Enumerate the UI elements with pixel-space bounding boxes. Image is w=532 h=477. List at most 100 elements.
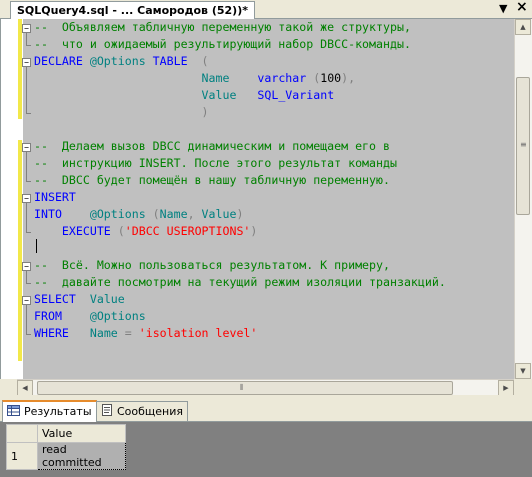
code-line[interactable]: INSERT <box>34 189 76 206</box>
code-token: , <box>187 207 202 221</box>
code-line[interactable]: -- давайте посмотрим на текущий режим из… <box>34 274 446 291</box>
collapse-toggle-icon[interactable]: − <box>22 143 31 152</box>
close-tab-icon[interactable]: × <box>516 0 528 14</box>
code-token: Value <box>201 207 237 221</box>
change-bar <box>18 140 22 361</box>
tab-list-dropdown-icon[interactable]: ▼ <box>499 2 507 16</box>
collapse-toggle-icon[interactable]: − <box>22 262 31 271</box>
scroll-right-button[interactable]: ▶ <box>498 380 514 396</box>
code-token: @Options <box>89 207 153 221</box>
code-token: INTO <box>34 207 62 221</box>
code-line[interactable]: -- DBCC будет помещён в нашу табличную п… <box>34 172 390 189</box>
results-grid[interactable]: Value 1 read committed <box>0 422 532 477</box>
code-token: ( <box>306 71 321 85</box>
code-line[interactable]: FROM @Options <box>34 308 146 325</box>
outline-line <box>26 45 31 46</box>
text-caret <box>36 239 37 253</box>
outline-line <box>26 232 31 233</box>
table-row: 1 read committed <box>6 442 126 470</box>
code-token: -- Объявляем табличную переменную такой … <box>34 20 411 34</box>
code-token: 'isolation level' <box>138 326 258 340</box>
code-line[interactable]: Value SQL_Variant <box>34 87 335 104</box>
collapse-toggle-icon[interactable]: − <box>22 296 31 305</box>
code-token: -- Всё. Можно пользоваться результатом. … <box>34 258 390 272</box>
outline-line <box>26 67 27 113</box>
outline-line <box>26 203 27 232</box>
outline-line <box>26 271 27 283</box>
code-token: ( <box>187 54 209 68</box>
collapse-toggle-icon[interactable]: − <box>22 58 31 67</box>
code-line[interactable]: DECLARE @Options TABLE ( <box>34 53 209 70</box>
row-number-cell[interactable]: 1 <box>6 442 38 470</box>
column-header-value[interactable]: Value <box>37 424 126 443</box>
code-token: Name <box>159 207 188 221</box>
scroll-left-button[interactable]: ◀ <box>17 380 33 396</box>
tab-results[interactable]: Результаты <box>2 400 97 423</box>
code-token: varchar <box>257 71 307 85</box>
document-tab[interactable]: SQLQuery4.sql - ... Самородов (52))* <box>10 1 255 19</box>
code-line[interactable]: ) <box>34 104 209 121</box>
code-line[interactable]: INTO @Options (Name, Value) <box>34 206 243 223</box>
code-line[interactable]: -- что и ожидаемый результирующий набор … <box>34 36 411 53</box>
collapse-toggle-icon[interactable]: − <box>22 24 31 33</box>
code-line[interactable]: EXECUTE ('DBCC USEROPTIONS') <box>34 223 257 240</box>
code-line[interactable]: WHERE Name = 'isolation level' <box>34 325 257 342</box>
horizontal-scroll-thumb[interactable]: ⦀ <box>37 381 453 395</box>
code-token: ) <box>250 224 258 238</box>
scrollbar-corner <box>514 379 532 395</box>
code-token: ( <box>110 224 125 238</box>
corner-header-cell[interactable] <box>6 424 38 443</box>
tab-messages-label: Сообщения <box>117 405 184 418</box>
code-line[interactable]: -- Всё. Можно пользоваться результатом. … <box>34 257 390 274</box>
code-token: -- DBCC будет помещён в нашу табличную п… <box>34 173 390 187</box>
code-token: ) <box>236 207 244 221</box>
code-token: Value <box>89 292 125 306</box>
code-line[interactable]: -- Объявляем табличную переменную такой … <box>34 19 411 36</box>
code-token: 100 <box>320 71 342 85</box>
tab-messages[interactable]: Сообщения <box>96 401 189 422</box>
outline-line <box>26 113 31 114</box>
collapse-toggle-icon[interactable]: − <box>22 194 31 203</box>
code-token: -- инструкцию INSERT. После этого резуль… <box>34 156 397 170</box>
code-token: @Options <box>89 309 146 323</box>
code-line[interactable]: SELECT Value <box>34 291 125 308</box>
code-token: SELECT <box>34 292 76 306</box>
thumb-grip-icon: ⦀ <box>240 383 244 392</box>
vertical-scrollbar[interactable]: ▲ ≡ ▼ <box>514 19 532 379</box>
code-token: Name <box>201 71 230 85</box>
result-cell[interactable]: read committed <box>37 442 126 470</box>
code-token: 'DBCC USEROPTIONS' <box>124 224 251 238</box>
outline-line <box>26 305 27 334</box>
code-token: ), <box>341 71 356 85</box>
code-line[interactable]: Name varchar (100), <box>34 70 356 87</box>
messages-icon <box>101 403 113 422</box>
code-token: -- давайте посмотрим на текущий режим из… <box>34 275 446 289</box>
code-line[interactable]: -- Делаем вызов DBCC динамическим и поме… <box>34 138 390 155</box>
scroll-down-button[interactable]: ▼ <box>515 363 531 379</box>
grid-icon <box>7 403 20 422</box>
outline-line <box>26 283 31 284</box>
vertical-scroll-thumb[interactable]: ≡ <box>516 77 530 215</box>
code-token: WHERE <box>34 326 69 340</box>
code-line[interactable]: -- инструкцию INSERT. После этого резуль… <box>34 155 397 172</box>
horizontal-scrollbar[interactable]: ◀ ⦀ ▶ <box>17 379 514 396</box>
sql-editor[interactable]: − − − − − − -- Объявляем табличную перем… <box>0 19 515 379</box>
code-token: DECLARE <box>34 54 90 68</box>
scroll-up-button[interactable]: ▲ <box>515 19 531 35</box>
outline-line <box>26 152 27 181</box>
code-token: TABLE <box>152 54 188 68</box>
tab-results-label: Результаты <box>24 405 92 418</box>
outline-line <box>26 181 31 182</box>
code-token: ) <box>201 105 209 119</box>
code-token: -- что и ожидаемый результирующий набор … <box>34 37 411 51</box>
results-table: Value 1 read committed <box>6 424 126 470</box>
header-row: Value <box>6 424 126 443</box>
